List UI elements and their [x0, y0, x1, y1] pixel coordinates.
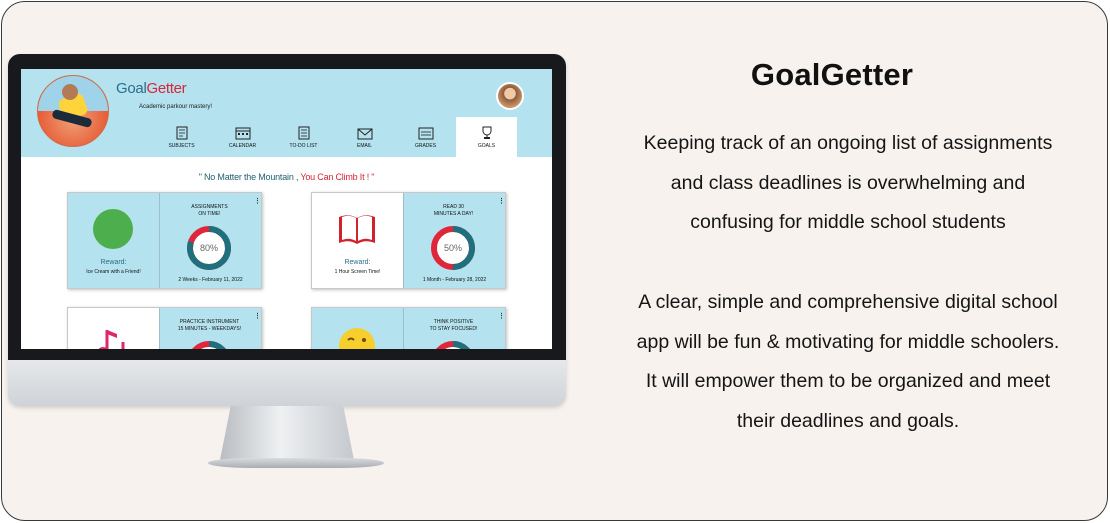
- brand-name-part2: Getter: [146, 80, 187, 97]
- reward-title: Reward:: [100, 259, 127, 266]
- progress-section: ⋮ ASSIGNMENTS ON TIME! 80% 2 Weeks - Februa…: [159, 193, 261, 288]
- card-menu-icon[interactable]: ⋮: [498, 198, 505, 205]
- monitor-chin: [8, 360, 566, 406]
- solution-paragraph: A clear, simple and comprehensive digita…: [588, 283, 1107, 441]
- nav-item-goals[interactable]: GOALS: [456, 117, 517, 157]
- app-header: GoalGetter Academic parkour mastery! SUB…: [21, 69, 552, 157]
- green-circle-icon: [93, 209, 133, 249]
- progress-section: ⋮ PRACTICE INSTRUMENT 15 MINUTES - WEEKDA…: [159, 308, 261, 349]
- brand-name: GoalGetter: [116, 80, 187, 97]
- progress-percent: 50%: [443, 243, 462, 253]
- card-menu-icon[interactable]: ⋮: [498, 313, 505, 320]
- nav-item-email[interactable]: EMAIL: [334, 117, 395, 157]
- problem-line: confusing for middle school students: [690, 211, 1006, 233]
- music-notes-icon: [98, 330, 125, 349]
- problem-paragraph: Keeping track of an ongoing list of assi…: [588, 124, 1107, 243]
- progress-donut: [187, 341, 231, 349]
- problem-line: and class deadlines is overwhelming and: [670, 171, 1026, 194]
- nav-item-grades[interactable]: GRADES: [395, 117, 456, 157]
- nav-label: GRADES: [414, 142, 437, 149]
- goal-period: 1 Month - February 28, 2022: [422, 277, 487, 283]
- nav-item-calendar[interactable]: CALENDAR: [212, 117, 273, 157]
- reward-section: Reward: Ice Cream with a Friend!: [68, 193, 159, 288]
- card-menu-icon[interactable]: ⋮: [254, 313, 261, 320]
- goal-card[interactable]: ⋮ PRACTICE INSTRUMENT 15 MINUTES - WEEKDA…: [67, 307, 262, 349]
- nav-label: CALENDAR: [228, 142, 257, 149]
- progress-section: ⋮ THINK POSITIVE TO STAY FOCUSED!: [403, 308, 505, 349]
- reward-section: Reward: 1 Hour Screen Time!: [312, 193, 403, 288]
- goal-card[interactable]: ⋮ THINK POSITIVE TO STAY FOCUSED!: [311, 307, 506, 349]
- goal-title: READ 30 MINUTES A DAY!: [433, 204, 474, 217]
- subjects-icon: [176, 126, 187, 139]
- monitor-stand-neck: [220, 406, 354, 460]
- grades-icon: [418, 127, 433, 139]
- email-icon: [357, 128, 372, 139]
- slide-frame: GoalGetter Academic parkour mastery! SUB…: [1, 1, 1108, 521]
- winking-emoji-icon: [339, 328, 375, 349]
- progress-donut: [431, 341, 475, 349]
- nav-label: GOALS: [477, 142, 496, 149]
- goals-trophy-icon: [482, 126, 491, 139]
- progress-section: ⋮ READ 30 MINUTES A DAY! 50% 1 Month - Febr…: [403, 193, 505, 288]
- reward-text: 1 Hour Screen Time!: [334, 269, 381, 275]
- goal-card[interactable]: Reward: Ice Cream with a Friend! ⋮ ASSIGNME…: [67, 192, 262, 289]
- reward-title: Reward:: [344, 259, 371, 266]
- solution-line: A clear, simple and comprehensive digita…: [638, 291, 1058, 313]
- quote-part1: " No Matter the Mountain ,: [198, 172, 301, 182]
- nav-label: TO-DO LIST: [289, 142, 318, 149]
- nav-label: SUBJECTS: [168, 142, 195, 149]
- nav-item-subjects[interactable]: SUBJECTS: [151, 117, 212, 157]
- reward-text: Ice Cream with a Friend!: [86, 269, 141, 275]
- solution-line: It will empower them to be organized and…: [645, 370, 1051, 392]
- calendar-icon: [235, 127, 250, 139]
- goal-card[interactable]: Reward: 1 Hour Screen Time! ⋮ READ 30 MINUT…: [311, 192, 506, 289]
- problem-line: Keeping track of an ongoing list of assi…: [643, 132, 1053, 154]
- solution-line: app will be fun & motivating for middle …: [636, 330, 1060, 353]
- card-menu-icon[interactable]: ⋮: [254, 198, 261, 205]
- reward-section: [68, 308, 159, 349]
- slide-heading: GoalGetter: [750, 57, 914, 92]
- solution-line: their deadlines and goals.: [736, 409, 960, 432]
- goal-title: THINK POSITIVE TO STAY FOCUSED!: [429, 319, 478, 332]
- goal-period: 2 Weeks - February 11, 2022: [178, 277, 243, 283]
- tagline: Academic parkour mastery!: [139, 104, 213, 110]
- main-nav: SUBJECTS CALENDAR TO-DO LIST EMAIL GRADES GOA…: [151, 117, 517, 157]
- reward-section: [312, 308, 403, 349]
- parkour-mascot-logo[interactable]: [37, 75, 109, 147]
- quote-part2: You Can Climb It ! ": [300, 172, 375, 182]
- goal-title: PRACTICE INSTRUMENT 15 MINUTES - WEEKDAY…: [177, 319, 242, 332]
- progress-percent: 80%: [199, 243, 218, 253]
- nav-label: EMAIL: [356, 142, 372, 149]
- open-book-icon: [339, 215, 375, 244]
- monitor-stand-base: [208, 458, 384, 468]
- app-screen: GoalGetter Academic parkour mastery! SUB…: [21, 69, 552, 349]
- motivational-quote: " No Matter the Mountain , You Can Climb…: [21, 172, 552, 182]
- brand-name-part1: Goal: [116, 80, 147, 97]
- todo-list-icon: [298, 126, 309, 139]
- user-avatar[interactable]: [496, 82, 524, 110]
- goal-title: ASSIGNMENTS ON TIME!: [191, 204, 228, 217]
- nav-item-to-do-list[interactable]: TO-DO LIST: [273, 117, 334, 157]
